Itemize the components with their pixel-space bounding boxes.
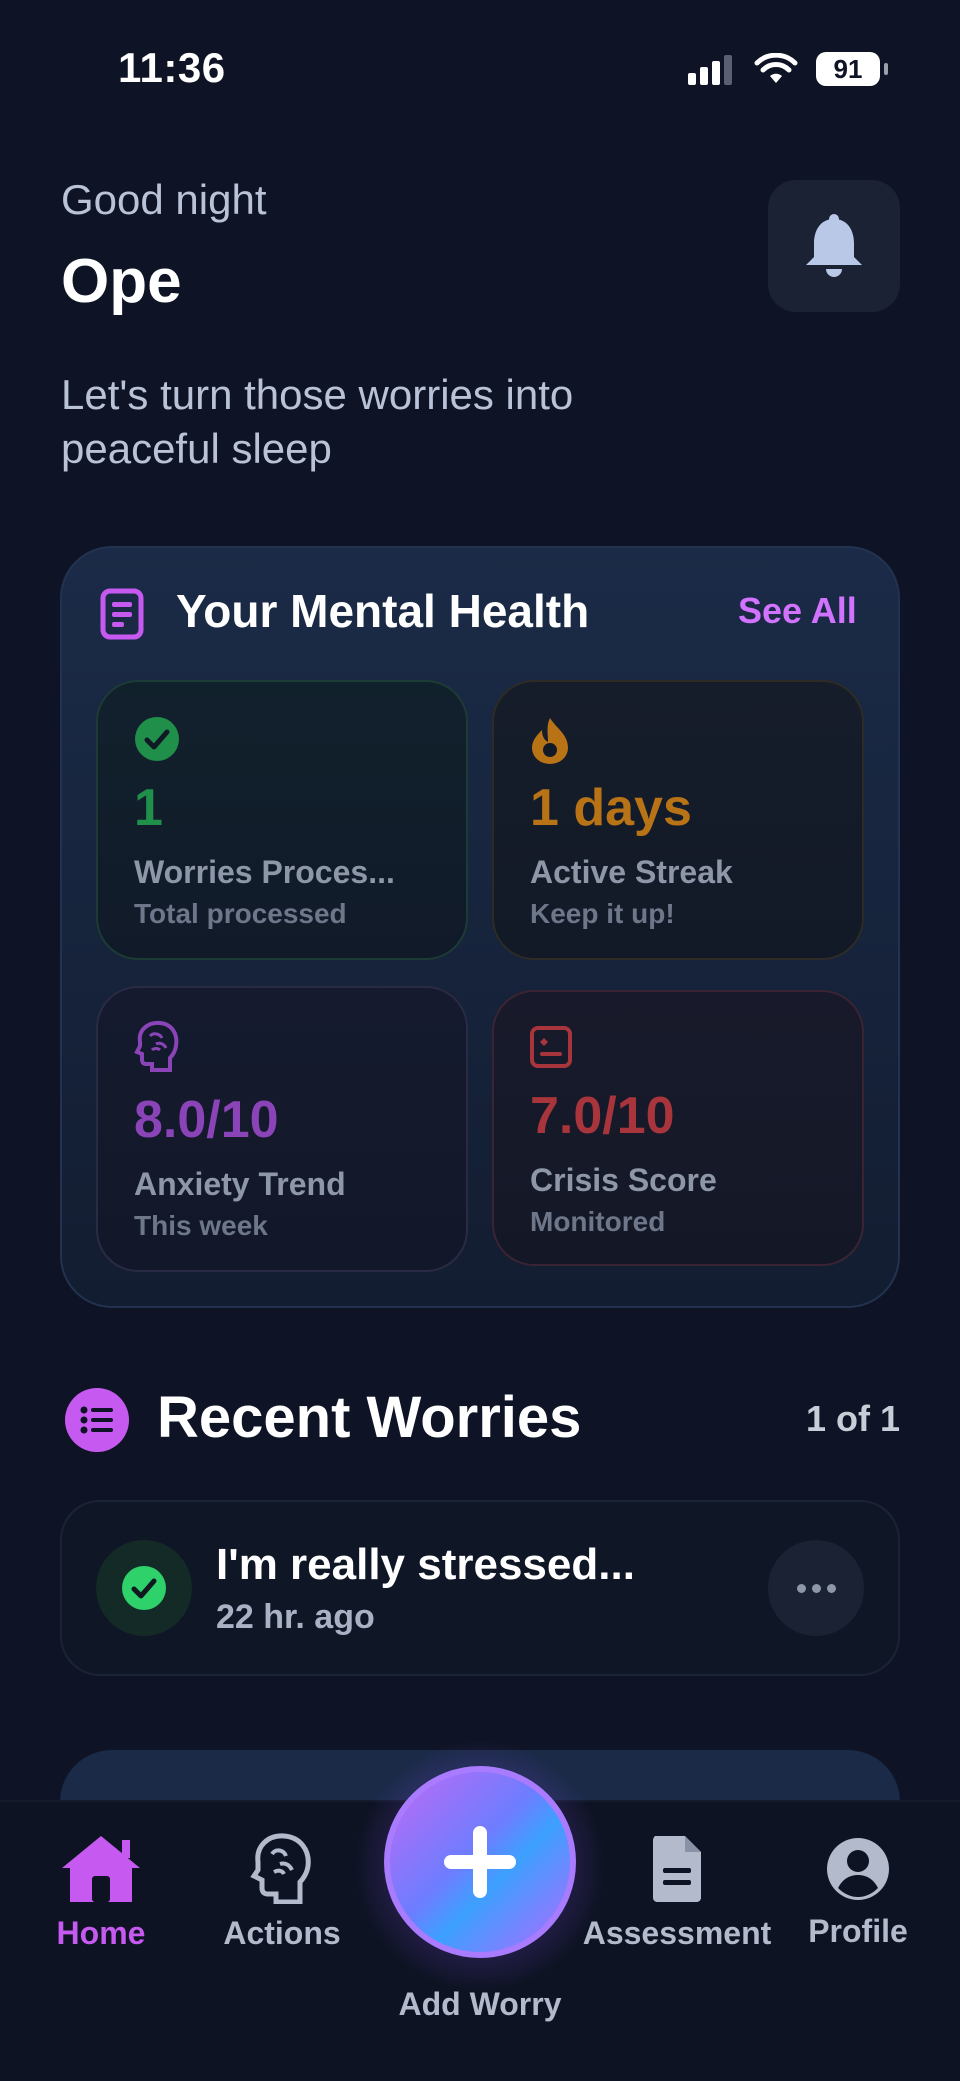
bell-icon (806, 214, 862, 277)
list-icon (65, 1388, 129, 1452)
more-dot-icon (811, 1583, 821, 1593)
add-worry-button[interactable] (384, 1766, 576, 1958)
user-name: Ope (61, 247, 182, 316)
status-indicators: 91 (688, 52, 888, 86)
tab-home[interactable]: Home (48, 1832, 154, 1952)
document-icon (100, 588, 144, 645)
tab-label: Actions (223, 1915, 341, 1951)
user-circle-icon (827, 1838, 889, 1900)
stat-active-streak[interactable]: 1 days Active Streak Keep it up! (492, 680, 864, 960)
status-time: 11:36 (118, 44, 226, 91)
document-icon (653, 1836, 701, 1902)
brain-icon (134, 1020, 180, 1077)
flame-icon (530, 716, 570, 769)
battery-indicator: 91 (816, 52, 888, 86)
tab-assessment[interactable]: Assessment (582, 1832, 772, 1952)
stat-label: Crisis Score (530, 1162, 717, 1198)
more-dot-icon (826, 1583, 836, 1593)
more-dot-icon (796, 1583, 806, 1593)
check-circle-icon (134, 716, 180, 767)
cellular-signal-icon (688, 55, 732, 85)
brain-head-icon (250, 1833, 311, 1905)
tab-label: Assessment (582, 1915, 772, 1951)
worry-text: I'm really stressed... (216, 1540, 635, 1589)
notifications-button[interactable] (768, 180, 900, 312)
tab-actions[interactable]: Actions (222, 1832, 342, 1952)
stat-anxiety-trend[interactable]: 8.0/10 Anxiety Trend This week (96, 986, 468, 1272)
stat-value: 8.0/10 (134, 1091, 279, 1149)
greeting: Good night (61, 176, 267, 223)
tab-profile[interactable]: Profile (806, 1832, 910, 1950)
stat-sub: Total processed (134, 898, 347, 929)
recent-worries-count: 1 of 1 (806, 1398, 901, 1439)
stat-value: 1 days (530, 779, 692, 837)
report-icon (530, 1026, 572, 1073)
stat-worries-processed[interactable]: 1 Worries Proces... Total processed (96, 680, 468, 960)
worry-status-check-icon (96, 1540, 192, 1636)
tab-label: Profile (808, 1913, 908, 1949)
more-options-button[interactable] (768, 1540, 864, 1636)
stat-sub: Monitored (530, 1206, 666, 1237)
mental-health-title: Your Mental Health (176, 585, 590, 637)
see-all-link[interactable]: See All (738, 590, 857, 632)
stat-value: 7.0/10 (530, 1087, 675, 1145)
worry-time: 22 hr. ago (216, 1598, 375, 1636)
stat-value: 1 (134, 779, 163, 837)
stat-sub: This week (134, 1210, 268, 1241)
stat-label: Active Streak (530, 854, 733, 890)
stat-sub: Keep it up! (530, 898, 675, 929)
add-worry-label: Add Worry (398, 1986, 562, 2022)
home-icon (62, 1836, 140, 1902)
plus-icon (444, 1826, 516, 1898)
stat-label: Anxiety Trend (134, 1166, 346, 1202)
subtitle: Let's turn those worries into peaceful s… (61, 371, 574, 472)
tab-label: Home (56, 1915, 146, 1951)
recent-worries-title: Recent Worries (157, 1385, 582, 1450)
stat-crisis-score[interactable]: 7.0/10 Crisis Score Monitored (492, 990, 864, 1266)
wifi-icon (754, 53, 798, 83)
stat-label: Worries Proces... (134, 854, 395, 890)
